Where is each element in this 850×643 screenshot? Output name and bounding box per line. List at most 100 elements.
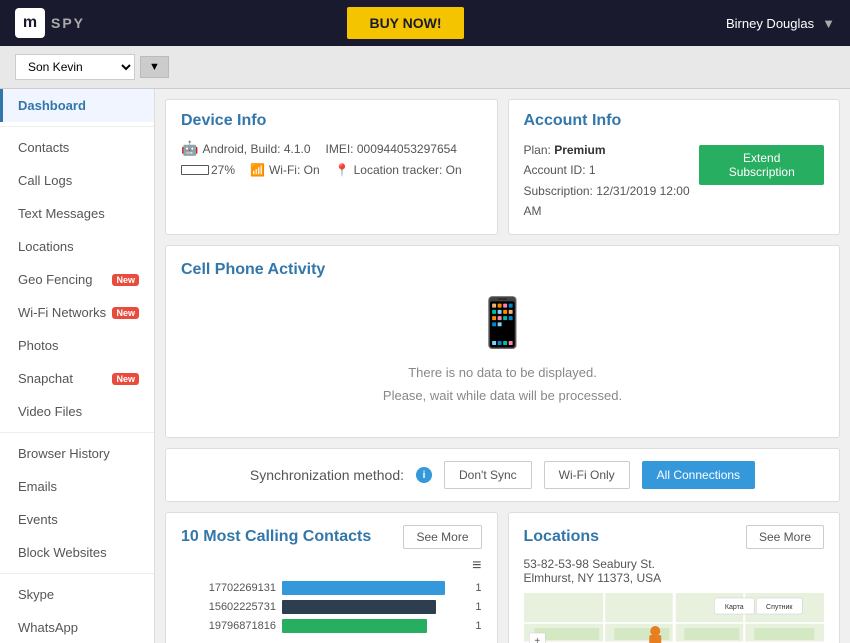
cell-activity-title: Cell Phone Activity xyxy=(181,261,824,279)
chart-bar-container xyxy=(282,581,464,595)
sync-card: Synchronization method: i Don't Sync Wi-… xyxy=(165,448,840,502)
android-label: Android, Build: 4.1.0 xyxy=(202,142,310,156)
sidebar-item-events[interactable]: Events xyxy=(0,503,154,536)
account-details: Plan: Premium Account ID: 1 Subscription… xyxy=(524,140,700,222)
chart-value: 1 xyxy=(470,582,482,594)
sidebar-label-skype: Skype xyxy=(18,587,54,602)
chart-bar xyxy=(282,581,445,595)
calling-contacts-card: 10 Most Calling Contacts See More ≡ 1770… xyxy=(165,512,498,643)
buy-now-button[interactable]: BUY NOW! xyxy=(347,7,463,39)
spy-label: SPY xyxy=(51,15,85,31)
battery-info: 27% xyxy=(181,163,235,177)
sidebar-item-contacts[interactable]: Contacts xyxy=(0,131,154,164)
chart-area: 17702269131 1 15602225731 1 19796871816 … xyxy=(181,581,482,633)
wifi-info: 📶 Wi-Fi: On xyxy=(250,163,320,177)
plan-label: Plan: xyxy=(524,143,551,157)
sidebar-item-locations[interactable]: Locations xyxy=(0,230,154,263)
sidebar-label-whatsapp: WhatsApp xyxy=(18,620,78,635)
device-dropdown-button[interactable]: ▼ xyxy=(140,56,169,78)
sidebar-label-video-files: Video Files xyxy=(18,404,82,419)
no-data-line1: There is no data to be displayed. xyxy=(181,361,824,384)
chart-row: 19796871816 1 xyxy=(181,619,482,633)
chart-bar-container xyxy=(282,619,464,633)
no-data-line2: Please, wait while data will be processe… xyxy=(181,384,824,407)
sidebar-item-browser-history[interactable]: Browser History xyxy=(0,437,154,470)
sidebar-item-emails[interactable]: Emails xyxy=(0,470,154,503)
sidebar-item-whatsapp[interactable]: WhatsApp xyxy=(0,611,154,643)
chart-value: 1 xyxy=(470,620,482,632)
wifi-icon: 📶 xyxy=(250,163,265,177)
dont-sync-button[interactable]: Don't Sync xyxy=(444,461,532,489)
chart-row: 15602225731 1 xyxy=(181,600,482,614)
user-name: Birney Douglas xyxy=(726,16,814,31)
sidebar-item-video-files[interactable]: Video Files xyxy=(0,395,154,428)
chart-label: 19796871816 xyxy=(181,620,276,632)
sidebar-item-dashboard[interactable]: Dashboard xyxy=(0,89,154,122)
locations-see-more-button[interactable]: See More xyxy=(746,525,824,549)
sidebar-label-text-messages: Text Messages xyxy=(18,206,105,221)
top-row: Device Info 🤖 Android, Build: 4.1.0 IMEI… xyxy=(165,99,840,235)
chart-bar xyxy=(282,600,436,614)
map-container: + − Карта Спутник xyxy=(524,593,825,643)
extend-subscription-button[interactable]: Extend Subscription xyxy=(699,145,824,185)
svg-text:+: + xyxy=(534,636,540,643)
sidebar-label-photos: Photos xyxy=(18,338,58,353)
svg-text:Спутник: Спутник xyxy=(766,604,793,611)
sidebar-label-locations: Locations xyxy=(18,239,74,254)
sidebar-label-geo-fencing: Geo Fencing xyxy=(18,272,92,287)
account-value: 1 xyxy=(589,163,596,177)
wifi-label: Wi-Fi: On xyxy=(269,163,320,177)
sidebar-item-geo-fencing[interactable]: Geo Fencing New xyxy=(0,263,154,296)
android-icon: 🤖 xyxy=(181,140,198,157)
subscription-label: Subscription: xyxy=(524,184,593,198)
device-bar: Son Kevin ▼ xyxy=(0,46,850,89)
header: m SPY BUY NOW! Birney Douglas ▼ xyxy=(0,0,850,46)
user-menu[interactable]: Birney Douglas ▼ xyxy=(726,16,835,31)
sidebar-item-text-messages[interactable]: Text Messages xyxy=(0,197,154,230)
chart-value: 1 xyxy=(470,601,482,613)
sidebar-item-wifi-networks[interactable]: Wi-Fi Networks New xyxy=(0,296,154,329)
hamburger-icon[interactable]: ≡ xyxy=(181,557,482,575)
all-connections-button[interactable]: All Connections xyxy=(642,461,755,489)
snapchat-badge: New xyxy=(112,373,139,385)
content-area: Device Info 🤖 Android, Build: 4.1.0 IMEI… xyxy=(155,89,850,643)
account-label: Account ID: xyxy=(524,163,586,177)
sidebar-item-skype[interactable]: Skype xyxy=(0,578,154,611)
wifi-only-button[interactable]: Wi-Fi Only xyxy=(544,461,630,489)
location-pin-icon: 📍 xyxy=(335,163,350,177)
cell-activity-card: Cell Phone Activity 📱 There is no data t… xyxy=(165,245,840,439)
sidebar-label-browser-history: Browser History xyxy=(18,446,110,461)
account-info-title: Account Info xyxy=(524,112,825,130)
sidebar-item-block-websites[interactable]: Block Websites xyxy=(0,536,154,569)
sidebar-label-events: Events xyxy=(18,512,58,527)
location-label: Location tracker: On xyxy=(354,163,462,177)
sidebar-item-snapchat[interactable]: Snapchat New xyxy=(0,362,154,395)
geo-fencing-badge: New xyxy=(112,274,139,286)
calling-contacts-title: 10 Most Calling Contacts xyxy=(181,528,371,546)
sidebar-item-photos[interactable]: Photos xyxy=(0,329,154,362)
svg-text:Карта: Карта xyxy=(724,604,743,611)
phone-icon: 📱 xyxy=(181,294,824,351)
locations-card: Locations See More 53-82-53-98 Seabury S… xyxy=(508,512,841,643)
calling-see-more-button[interactable]: See More xyxy=(403,525,481,549)
sidebar: Dashboard Contacts Call Logs Text Messag… xyxy=(0,89,155,643)
sidebar-label-block-websites: Block Websites xyxy=(18,545,107,560)
chart-bar xyxy=(282,619,427,633)
sidebar-label-snapchat: Snapchat xyxy=(18,371,73,386)
battery-bar xyxy=(181,165,209,175)
logo-area: m SPY xyxy=(15,8,85,38)
address-line2: Elmhurst, NY 11373, USA xyxy=(524,571,825,585)
plan-value: Premium xyxy=(554,143,605,157)
sidebar-label-call-logs: Call Logs xyxy=(18,173,72,188)
chart-bar-container xyxy=(282,600,464,614)
user-dropdown-arrow[interactable]: ▼ xyxy=(822,16,835,31)
device-info-card: Device Info 🤖 Android, Build: 4.1.0 IMEI… xyxy=(165,99,498,235)
imei-label: IMEI: 000944053297654 xyxy=(326,142,457,156)
device-selector[interactable]: Son Kevin xyxy=(15,54,135,80)
sidebar-item-call-logs[interactable]: Call Logs xyxy=(0,164,154,197)
bottom-row: 10 Most Calling Contacts See More ≡ 1770… xyxy=(165,512,840,643)
map-svg: + − Карта Спутник xyxy=(524,593,825,643)
sidebar-label-wifi-networks: Wi-Fi Networks xyxy=(18,305,106,320)
logo-icon: m xyxy=(15,8,45,38)
sync-info-icon[interactable]: i xyxy=(416,467,432,483)
